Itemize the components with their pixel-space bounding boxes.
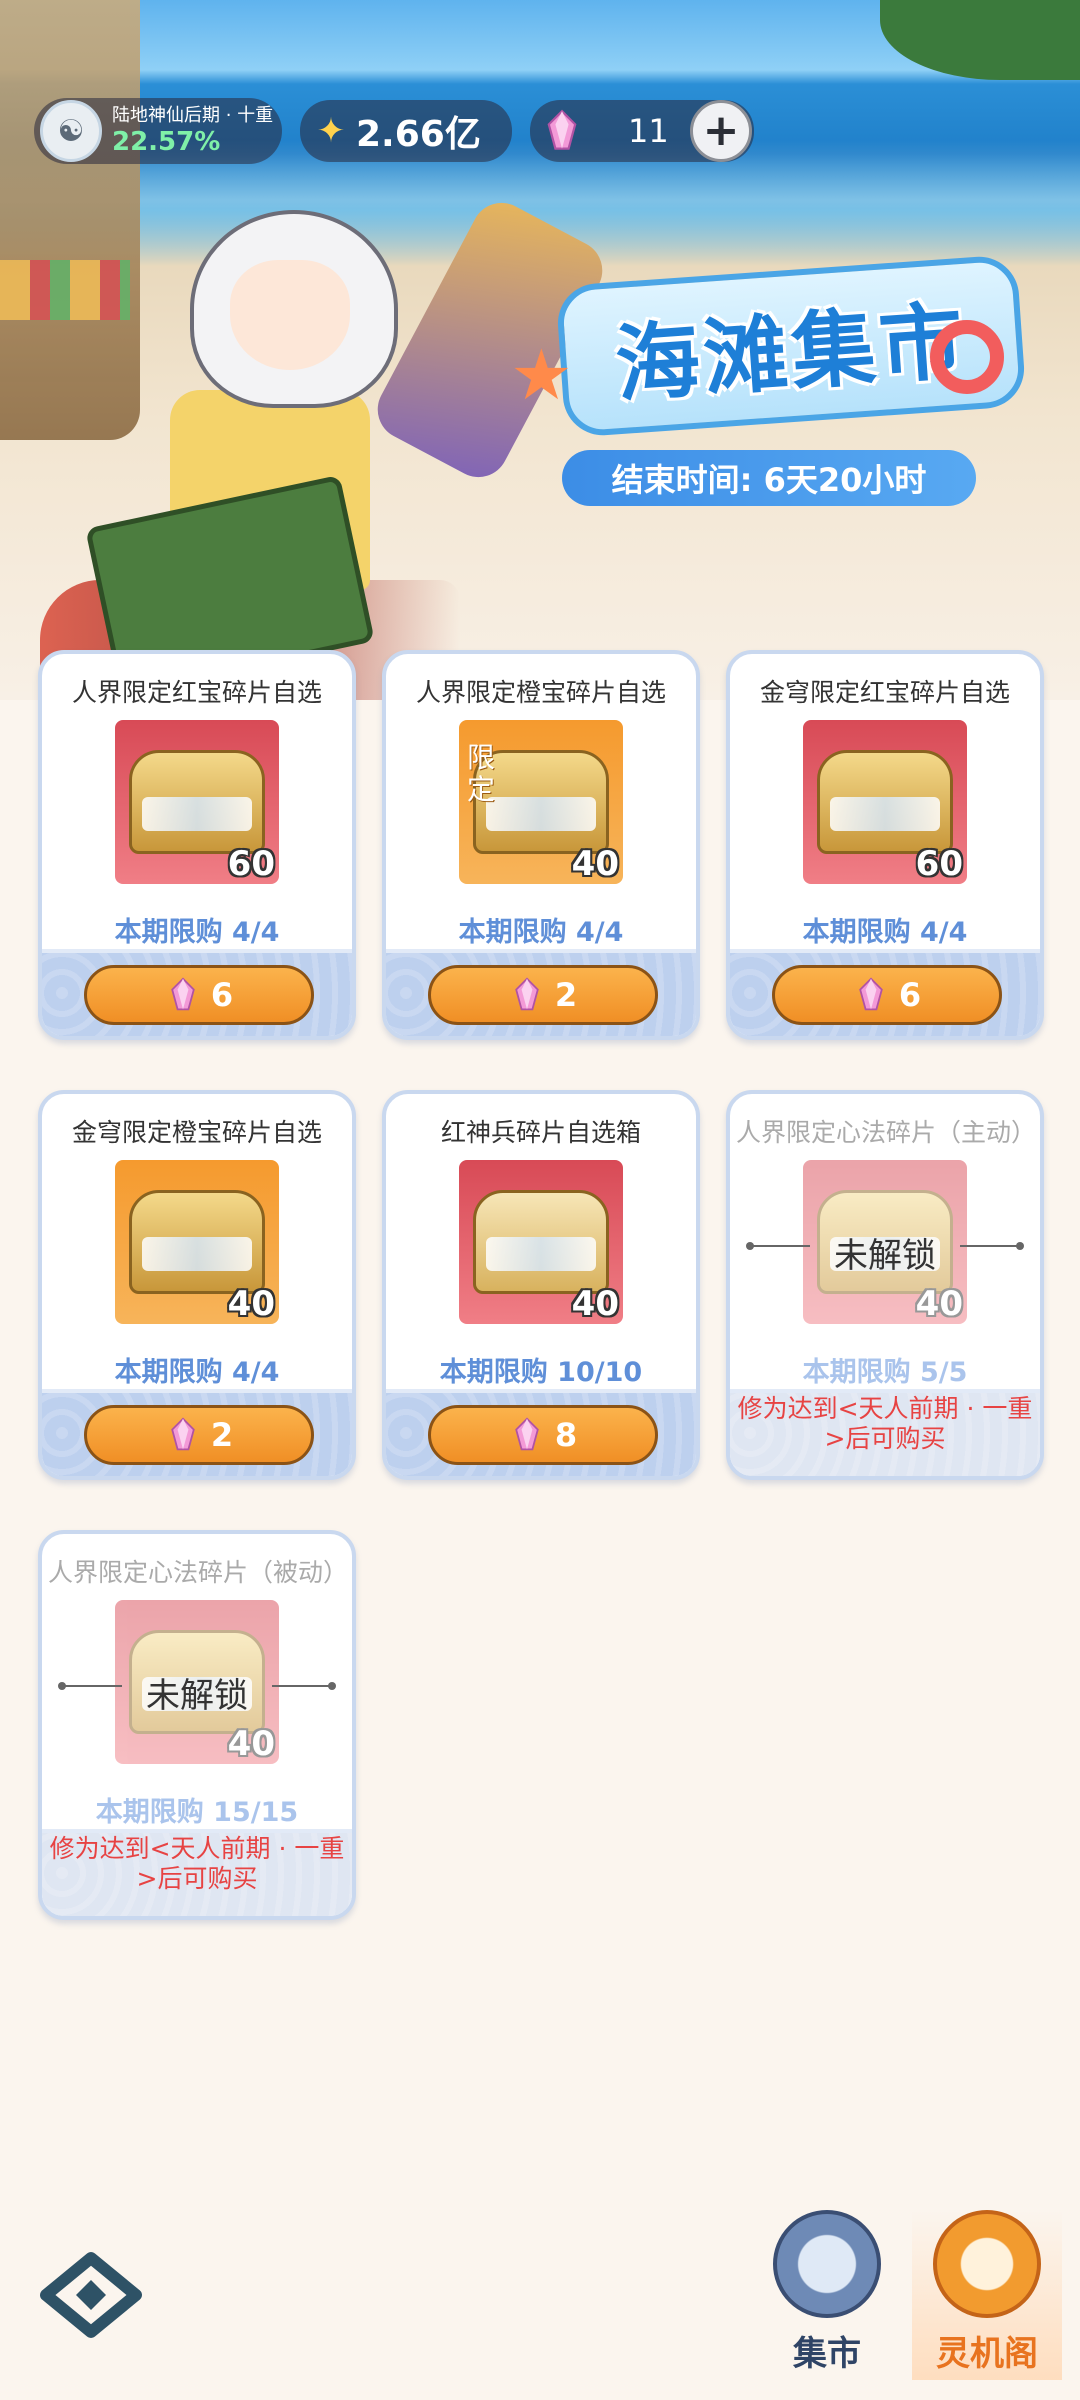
pavilion-icon: [933, 2210, 1041, 2318]
island-decoration: [880, 0, 1080, 80]
locked-shop-item-card[interactable]: 人界限定心法碎片（主动） 40 未解锁 本期限购 5/5 修为达到<天人前期 ·…: [726, 1090, 1044, 1480]
item-quantity: 40: [571, 1284, 619, 1324]
dragon-chest-icon: [473, 1190, 609, 1294]
item-title: 金穹限定红宝碎片自选: [759, 678, 1010, 707]
unlock-requirement: 修为达到<天人前期 · 一重>后可购买: [737, 1394, 1033, 1453]
item-image: 40: [459, 1160, 623, 1324]
item-quantity: 40: [227, 1724, 275, 1764]
item-image: 60: [803, 720, 967, 884]
shop-item-card[interactable]: 人界限定橙宝碎片自选 限定 40 本期限购 4/4 2: [382, 650, 700, 1040]
unlock-requirement: 修为达到<天人前期 · 一重>后可购买: [49, 1834, 345, 1893]
nav-label: 集市: [793, 2334, 861, 2374]
card-footer: 2: [42, 1389, 352, 1476]
shop-item-card[interactable]: 红神兵碎片自选箱 40 本期限购 10/10 8: [382, 1090, 700, 1480]
item-quantity: 40: [571, 844, 619, 884]
add-gems-button[interactable]: +: [690, 100, 752, 162]
cultivation-rank[interactable]: ☯ 陆地神仙后期 · 十重 22.57%: [34, 98, 282, 164]
item-title: 人界限定红宝碎片自选: [71, 678, 322, 707]
item-title: 人界限定心法碎片（主动）: [736, 1118, 1037, 1147]
pink-crystal-icon: [171, 1417, 195, 1451]
purchase-limit: 本期限购 4/4: [458, 917, 624, 948]
buy-button[interactable]: 6: [84, 965, 314, 1025]
nav-label: 灵机阁: [936, 2334, 1038, 2374]
currency-amount: 2.66亿: [356, 114, 481, 155]
treasure-chest-icon: [817, 750, 953, 854]
rank-title: 陆地神仙后期 · 十重: [112, 105, 274, 126]
card-footer: 8: [386, 1389, 696, 1476]
item-quantity: 60: [915, 844, 963, 884]
item-title: 人界限定心法碎片（被动）: [48, 1558, 349, 1587]
item-title: 人界限定橙宝碎片自选: [415, 678, 666, 707]
locked-label: 未解锁: [146, 1676, 248, 1716]
purchase-limit: 本期限购 5/5: [802, 1357, 968, 1388]
price: 8: [554, 1416, 578, 1454]
pink-crystal-icon: [515, 977, 539, 1011]
life-buoy-icon: [930, 320, 1004, 394]
avatar[interactable]: ☯: [40, 100, 102, 162]
item-quantity: 40: [915, 1284, 963, 1324]
buy-button[interactable]: 8: [428, 1405, 658, 1465]
spirit-stone-icon: ✦: [316, 111, 346, 151]
pink-crystal-icon: [171, 977, 195, 1011]
buy-button[interactable]: 2: [84, 1405, 314, 1465]
price: 6: [210, 976, 234, 1014]
item-title: 红神兵碎片自选箱: [440, 1118, 641, 1147]
pink-crystal-icon: [515, 1417, 539, 1451]
card-footer: 6: [730, 949, 1040, 1036]
purchase-limit: 本期限购 15/15: [95, 1797, 299, 1828]
rank-progress: 22.57%: [112, 127, 221, 157]
item-image: 40: [115, 1160, 279, 1324]
purchase-limit: 本期限购 4/4: [114, 1357, 280, 1388]
treasure-chest-icon: [129, 750, 265, 854]
item-image: 限定 40: [459, 720, 623, 884]
pink-crystal-icon: [859, 977, 883, 1011]
buy-button[interactable]: 2: [428, 965, 658, 1025]
purchase-limit: 本期限购 4/4: [114, 917, 280, 948]
item-quantity: 60: [227, 844, 275, 884]
currency-display[interactable]: ✦ 2.66亿: [300, 100, 512, 162]
card-footer: 2: [386, 949, 696, 1036]
price: 6: [898, 976, 922, 1014]
card-footer: 6: [42, 949, 352, 1036]
item-image: 60: [115, 720, 279, 884]
character-illustration: [40, 100, 613, 700]
event-end-time: 结束时间: 6天20小时: [562, 450, 976, 506]
shop-item-card[interactable]: 金穹限定橙宝碎片自选 40 本期限购 4/4 2: [38, 1090, 356, 1480]
nav-tab-market[interactable]: 集市: [752, 2210, 902, 2380]
shop-item-card[interactable]: 金穹限定红宝碎片自选 60 本期限购 4/4 6: [726, 650, 1044, 1040]
locked-shop-item-card[interactable]: 人界限定心法碎片（被动） 40 未解锁 本期限购 15/15 修为达到<天人前期…: [38, 1530, 356, 1920]
price: 2: [554, 976, 578, 1014]
purchase-limit: 本期限购 10/10: [439, 1357, 643, 1388]
purchase-limit: 本期限购 4/4: [802, 917, 968, 948]
treasure-chest-icon: [129, 1190, 265, 1294]
market-icon: [773, 2210, 881, 2318]
event-title-text: 海滩集市: [612, 291, 971, 414]
locked-label: 未解锁: [834, 1236, 936, 1276]
shop-item-card[interactable]: 人界限定红宝碎片自选 60 本期限购 4/4 6: [38, 650, 356, 1040]
buy-button[interactable]: 6: [772, 965, 1002, 1025]
item-quantity: 40: [227, 1284, 275, 1324]
price: 2: [210, 1416, 234, 1454]
character-face: [230, 260, 350, 370]
menu-logo-icon[interactable]: [36, 2250, 146, 2340]
starfish-icon: ★: [510, 334, 573, 416]
pink-crystal-icon: [547, 109, 577, 150]
limited-tag: 限定: [467, 741, 496, 806]
gem-amount: 11: [628, 112, 669, 150]
nav-tab-pavilion[interactable]: 灵机阁: [912, 2210, 1062, 2380]
item-title: 金穹限定橙宝碎片自选: [71, 1118, 322, 1147]
